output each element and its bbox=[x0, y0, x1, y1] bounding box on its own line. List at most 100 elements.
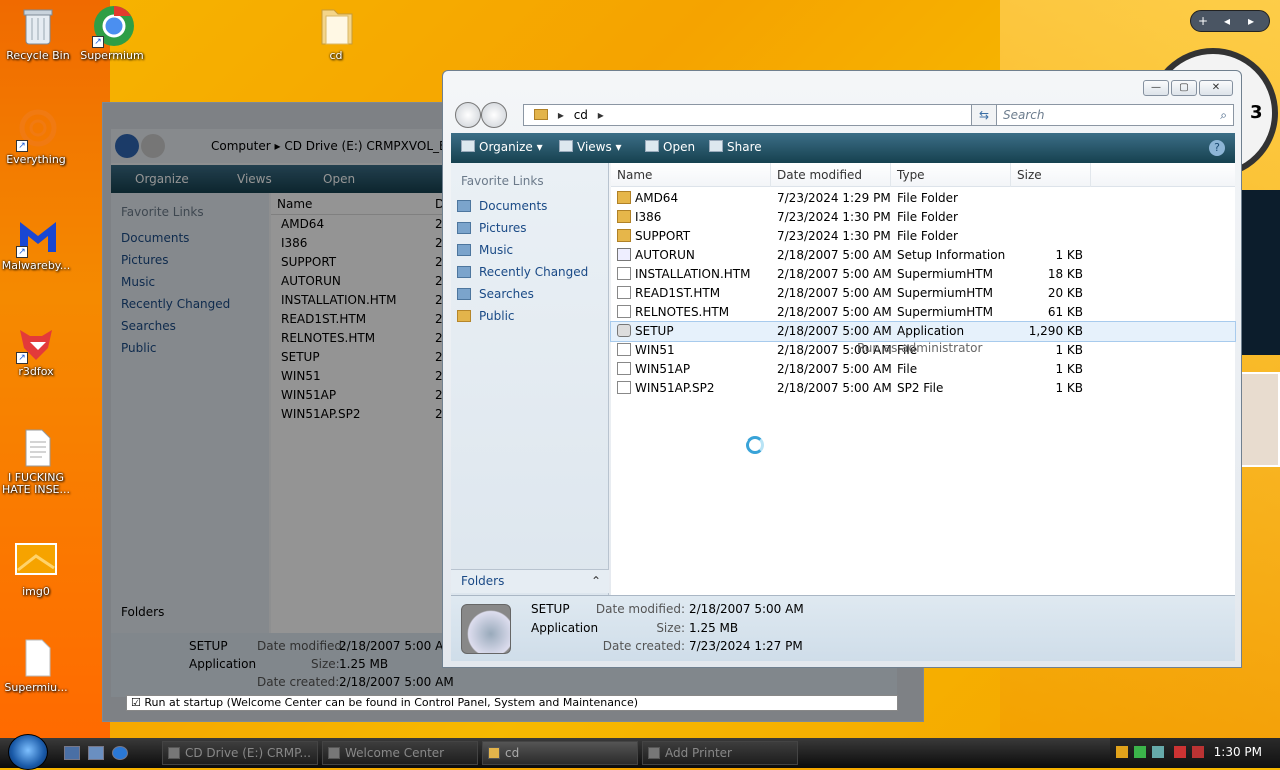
column-headers: Name Date modified Type Size bbox=[611, 163, 1235, 187]
back-button[interactable] bbox=[455, 102, 481, 128]
file-icon bbox=[617, 248, 631, 261]
network-icon[interactable] bbox=[1134, 746, 1146, 758]
file-size-cell: 18 KB bbox=[1047, 267, 1083, 281]
file-name: WIN51AP.SP2 bbox=[635, 381, 715, 395]
views-icon bbox=[559, 140, 573, 152]
r3dfox-icon: ↗ bbox=[14, 320, 58, 364]
file-row[interactable]: INSTALLATION.HTM 2/18/2007 5:00 AM Supermi… bbox=[611, 265, 1235, 284]
taskbar-clock[interactable]: 1:30 PM bbox=[1214, 745, 1262, 759]
network-error-icon[interactable] bbox=[1174, 746, 1186, 758]
file-name: RELNOTES.HTM bbox=[635, 305, 730, 319]
desktop-icon-everything[interactable]: ↗ Everything bbox=[0, 108, 76, 166]
link-public[interactable]: Public bbox=[451, 305, 608, 327]
file-date-cell: 2/18/2007 5:00 AM bbox=[777, 248, 892, 262]
desktop-icon-img0[interactable]: img0 bbox=[0, 540, 76, 598]
command-bar: Organize ▾ Views ▾ Open Share ? bbox=[451, 133, 1235, 163]
file-icon bbox=[617, 381, 631, 394]
link-music[interactable]: Music bbox=[451, 239, 608, 261]
searches-icon bbox=[457, 288, 471, 300]
open-button[interactable]: Open bbox=[645, 140, 695, 154]
link-documents[interactable]: Documents bbox=[451, 195, 608, 217]
shortcut-arrow-icon: ↗ bbox=[92, 36, 104, 48]
folder-icon bbox=[617, 210, 631, 223]
desktop-icon-label: Everything bbox=[6, 153, 66, 166]
help-icon[interactable]: ? bbox=[1209, 140, 1225, 156]
organize-button[interactable]: Organize ▾ bbox=[461, 140, 543, 154]
file-row[interactable]: AMD64 7/23/2024 1:29 PM File Folder bbox=[611, 189, 1235, 208]
taskbar-button-welcome-center[interactable]: Welcome Center bbox=[322, 741, 478, 765]
file-name-cell: AMD64 bbox=[617, 189, 678, 208]
file-row[interactable]: I386 7/23/2024 1:30 PM File Folder bbox=[611, 208, 1235, 227]
minimize-button[interactable]: — bbox=[1143, 80, 1169, 96]
desktop-icon-r3dfox[interactable]: ↗ r3dfox bbox=[0, 320, 76, 378]
switch-windows-icon[interactable] bbox=[88, 746, 104, 760]
file-icon bbox=[617, 286, 631, 299]
close-button[interactable]: ✕ bbox=[1199, 80, 1233, 96]
taskbar: CD Drive (E:) CRMP... Welcome Center cd … bbox=[0, 734, 1280, 770]
desktop-icon-cd[interactable]: cd bbox=[296, 4, 376, 62]
explorer-window[interactable]: —▢✕ ▸ cd ▸ ▼ ⇆ Search ⌕ Organize ▾ Views… bbox=[442, 70, 1242, 668]
internet-explorer-icon[interactable] bbox=[112, 746, 128, 760]
column-name[interactable]: Name bbox=[611, 163, 771, 187]
search-icon[interactable]: ⌕ bbox=[1220, 105, 1227, 125]
folder-icon bbox=[488, 747, 500, 759]
monitor-icon[interactable] bbox=[1152, 746, 1164, 758]
file-date-cell: 2/18/2007 5:00 AM bbox=[777, 381, 892, 395]
security-shield-icon[interactable] bbox=[1116, 746, 1128, 758]
file-row[interactable]: RELNOTES.HTM 2/18/2007 5:00 AM SupermiumHT… bbox=[611, 303, 1235, 322]
link-pictures[interactable]: Pictures bbox=[451, 217, 608, 239]
file-row[interactable]: SETUP 2/18/2007 5:00 AM Application 1,290 K… bbox=[610, 321, 1236, 342]
column-size[interactable]: Size bbox=[1011, 163, 1091, 187]
forward-button[interactable] bbox=[481, 102, 507, 128]
start-button[interactable] bbox=[8, 734, 48, 770]
file-row[interactable]: WIN51AP 2/18/2007 5:00 AM File 1 KB bbox=[611, 360, 1235, 379]
taskbar-button-cd[interactable]: cd bbox=[482, 741, 638, 765]
gadget-panel[interactable] bbox=[1240, 190, 1280, 355]
folders-toggle[interactable]: Folders ⌃ bbox=[451, 569, 609, 593]
link-searches[interactable]: Searches bbox=[451, 283, 608, 305]
volume-muted-icon[interactable] bbox=[1192, 746, 1204, 758]
recently-changed-icon bbox=[457, 266, 471, 278]
search-input[interactable]: Search ⌕ bbox=[996, 104, 1234, 126]
file-row[interactable]: SUPPORT 7/23/2024 1:30 PM File Folder bbox=[611, 227, 1235, 246]
run-at-startup-checkbox[interactable]: ☑ Run at startup (Welcome Center can be … bbox=[126, 695, 898, 711]
caption-buttons: — ▢ ✕ bbox=[1141, 79, 1233, 96]
slideshow-gadget[interactable] bbox=[1240, 372, 1280, 467]
file-row[interactable]: AUTORUN 2/18/2007 5:00 AM Setup Informatio… bbox=[611, 246, 1235, 265]
gadget-next-button[interactable]: ▸ bbox=[1239, 11, 1263, 31]
add-gadget-button[interactable]: + bbox=[1191, 11, 1215, 31]
desktop-icon-label: Malwareby... bbox=[1, 259, 71, 272]
file-name: AMD64 bbox=[635, 191, 679, 205]
file-date-cell: 2/18/2007 5:00 AM bbox=[777, 286, 892, 300]
desktop-icon-label: I FUCKING HATE INSE... bbox=[1, 471, 70, 496]
maximize-button[interactable]: ▢ bbox=[1171, 80, 1197, 96]
file-size-cell: 1 KB bbox=[1055, 381, 1083, 395]
taskbar-button-cd-drive[interactable]: CD Drive (E:) CRMP... bbox=[162, 741, 318, 765]
details-created-label: Date created: bbox=[602, 639, 685, 653]
run-as-administrator-hint[interactable]: Run as administrator bbox=[857, 341, 982, 355]
column-type[interactable]: Type bbox=[891, 163, 1011, 187]
file-name-cell: WIN51 bbox=[617, 341, 675, 360]
file-name-cell: READ1ST.HTM bbox=[617, 284, 720, 303]
desktop-icon-malwarebytes[interactable]: ↗ Malwareby... bbox=[0, 214, 76, 272]
breadcrumb-cd[interactable]: cd bbox=[574, 108, 588, 122]
image-file-icon bbox=[14, 540, 58, 584]
views-button[interactable]: Views ▾ bbox=[559, 140, 622, 154]
link-recently-changed[interactable]: Recently Changed bbox=[451, 261, 608, 283]
file-row[interactable]: READ1ST.HTM 2/18/2007 5:00 AM SupermiumHTM… bbox=[611, 284, 1235, 303]
file-row[interactable]: WIN51AP.SP2 2/18/2007 5:00 AM SP2 File 1 KB bbox=[611, 379, 1235, 398]
gadget-prev-button[interactable]: ◂ bbox=[1215, 11, 1239, 31]
file-type-cell: File Folder bbox=[897, 210, 958, 224]
desktop-icon-supermium-file[interactable]: Supermiu... bbox=[0, 636, 76, 694]
column-date-modified[interactable]: Date modified bbox=[771, 163, 891, 187]
desktop-icon-text-file[interactable]: I FUCKING HATE INSE... bbox=[0, 426, 76, 496]
show-desktop-icon[interactable] bbox=[64, 746, 80, 760]
refresh-button[interactable]: ⇆ bbox=[971, 104, 997, 126]
desktop-icon-supermium[interactable]: ↗ Supermium bbox=[72, 4, 152, 62]
taskbar-button-add-printer[interactable]: Add Printer bbox=[642, 741, 798, 765]
clock-digit: 3 bbox=[1250, 102, 1263, 123]
address-bar[interactable]: ▸ cd ▸ ▼ bbox=[523, 104, 991, 126]
share-button[interactable]: Share bbox=[709, 140, 762, 154]
file-type-cell: File Folder bbox=[897, 229, 958, 243]
desktop-icon-recycle-bin[interactable]: Recycle Bin bbox=[0, 4, 78, 62]
